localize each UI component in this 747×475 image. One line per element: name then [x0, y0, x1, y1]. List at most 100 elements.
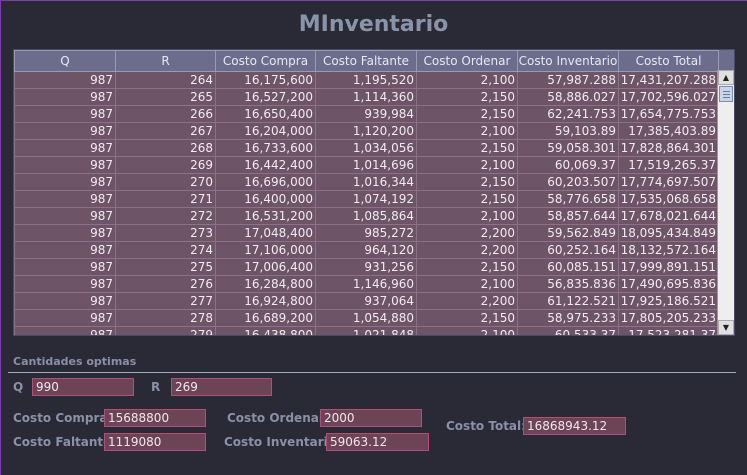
costo-faltante-field[interactable]: 1119080: [104, 433, 206, 451]
table-cell[interactable]: 985,272: [315, 224, 417, 242]
table-cell[interactable]: 16,204,000: [215, 122, 316, 140]
costo-compra-field[interactable]: 15688800: [104, 409, 206, 427]
table-cell[interactable]: 931,256: [315, 258, 417, 276]
table-row[interactable]: 987 276 16,284,800 1,146,960 2,100 56,835.836…: [14, 275, 719, 293]
table-cell[interactable]: 2,100: [416, 207, 518, 225]
table-cell[interactable]: 59,103.89: [517, 122, 619, 140]
table-cell[interactable]: 274: [115, 241, 216, 259]
results-table[interactable]: Q R Costo Compra Costo Faltante Costo Or…: [13, 49, 735, 336]
column-header-costo-compra[interactable]: Costo Compra: [215, 50, 316, 72]
table-cell[interactable]: 987: [14, 122, 116, 140]
table-cell[interactable]: 279: [115, 326, 216, 335]
table-cell[interactable]: 272: [115, 207, 216, 225]
table-cell[interactable]: 964,120: [315, 241, 417, 259]
table-cell[interactable]: 16,650,400: [215, 105, 316, 123]
table-cell[interactable]: 265: [115, 88, 216, 106]
table-cell[interactable]: 987: [14, 224, 116, 242]
table-cell[interactable]: 266: [115, 105, 216, 123]
table-cell[interactable]: 2,150: [416, 105, 518, 123]
table-cell[interactable]: 2,100: [416, 71, 518, 89]
table-cell[interactable]: 58,975.233: [517, 309, 619, 327]
table-row[interactable]: 987 266 16,650,400 939,984 2,150 62,241.753 17…: [14, 105, 719, 123]
table-cell[interactable]: 17,702,596.027: [618, 88, 719, 106]
table-cell[interactable]: 17,519,265.37: [618, 156, 719, 174]
table-row[interactable]: 987 271 16,400,000 1,074,192 2,150 58,776.658…: [14, 190, 719, 208]
table-cell[interactable]: 17,490,695.836: [618, 275, 719, 293]
table-cell[interactable]: 58,857.644: [517, 207, 619, 225]
table-cell[interactable]: 987: [14, 292, 116, 310]
r-field[interactable]: 269: [171, 378, 272, 396]
table-row[interactable]: 987 268 16,733,600 1,034,056 2,150 59,058.301…: [14, 139, 719, 157]
column-header-costo-ordenar[interactable]: Costo Ordenar: [416, 50, 518, 72]
table-cell[interactable]: 2,150: [416, 173, 518, 191]
table-cell[interactable]: 1,195,520: [315, 71, 417, 89]
table-cell[interactable]: 59,562.849: [517, 224, 619, 242]
table-cell[interactable]: 56,835.836: [517, 275, 619, 293]
table-row[interactable]: 987 272 16,531,200 1,085,864 2,100 58,857.644…: [14, 207, 719, 225]
table-cell[interactable]: 16,689,200: [215, 309, 316, 327]
column-header-q[interactable]: Q: [14, 50, 116, 72]
table-row[interactable]: 987 265 16,527,200 1,114,360 2,150 58,886.027…: [14, 88, 719, 106]
table-cell[interactable]: 1,085,864: [315, 207, 417, 225]
scrollbar-thumb[interactable]: [719, 86, 733, 102]
table-cell[interactable]: 58,886.027: [517, 88, 619, 106]
table-cell[interactable]: 267: [115, 122, 216, 140]
arrow-down-icon[interactable]: ▼: [718, 320, 734, 335]
table-cell[interactable]: 987: [14, 156, 116, 174]
table-cell[interactable]: 937,064: [315, 292, 417, 310]
table-row[interactable]: 987 279 16,438,800 1,021,848 2,100 60,533.37 1…: [14, 326, 719, 335]
table-cell[interactable]: 2,100: [416, 275, 518, 293]
q-field[interactable]: 990: [32, 378, 134, 396]
table-cell[interactable]: 16,733,600: [215, 139, 316, 157]
table-cell[interactable]: 16,400,000: [215, 190, 316, 208]
table-cell[interactable]: 273: [115, 224, 216, 242]
table-cell[interactable]: 987: [14, 258, 116, 276]
table-cell[interactable]: 17,828,864.301: [618, 139, 719, 157]
table-row[interactable]: 987 273 17,048,400 985,272 2,200 59,562.849 18…: [14, 224, 719, 242]
table-cell[interactable]: 60,069.37: [517, 156, 619, 174]
table-cell[interactable]: 17,774,697.507: [618, 173, 719, 191]
table-cell[interactable]: 60,203.507: [517, 173, 619, 191]
table-cell[interactable]: 987: [14, 105, 116, 123]
table-row[interactable]: 987 270 16,696,000 1,016,344 2,150 60,203.507…: [14, 173, 719, 191]
costo-inventario-field[interactable]: 59063.12: [326, 433, 429, 451]
table-row[interactable]: 987 267 16,204,000 1,120,200 2,100 59,103.89 1…: [14, 122, 719, 140]
table-cell[interactable]: 60,252.164: [517, 241, 619, 259]
table-cell[interactable]: 2,150: [416, 258, 518, 276]
table-cell[interactable]: 17,523,281.37: [618, 326, 719, 335]
table-row[interactable]: 987 275 17,006,400 931,256 2,150 60,085.151 17…: [14, 258, 719, 276]
table-cell[interactable]: 1,014,696: [315, 156, 417, 174]
table-cell[interactable]: 17,048,400: [215, 224, 316, 242]
table-cell[interactable]: 62,241.753: [517, 105, 619, 123]
table-cell[interactable]: 278: [115, 309, 216, 327]
table-cell[interactable]: 939,984: [315, 105, 417, 123]
table-cell[interactable]: 277: [115, 292, 216, 310]
table-cell[interactable]: 987: [14, 71, 116, 89]
table-cell[interactable]: 987: [14, 241, 116, 259]
table-cell[interactable]: 16,924,800: [215, 292, 316, 310]
table-cell[interactable]: 264: [115, 71, 216, 89]
table-row[interactable]: 987 278 16,689,200 1,054,880 2,150 58,975.233…: [14, 309, 719, 327]
table-cell[interactable]: 2,100: [416, 122, 518, 140]
table-cell[interactable]: 2,150: [416, 190, 518, 208]
table-row[interactable]: 987 269 16,442,400 1,014,696 2,100 60,069.37 1…: [14, 156, 719, 174]
table-cell[interactable]: 16,284,800: [215, 275, 316, 293]
table-cell[interactable]: 60,533.37: [517, 326, 619, 335]
table-cell[interactable]: 60,085.151: [517, 258, 619, 276]
table-cell[interactable]: 2,150: [416, 139, 518, 157]
table-cell[interactable]: 17,431,207.288: [618, 71, 719, 89]
table-cell[interactable]: 16,175,600: [215, 71, 316, 89]
table-cell[interactable]: 1,074,192: [315, 190, 417, 208]
table-cell[interactable]: 2,200: [416, 224, 518, 242]
table-cell[interactable]: 61,122.521: [517, 292, 619, 310]
table-row[interactable]: 987 274 17,106,000 964,120 2,200 60,252.164 18…: [14, 241, 719, 259]
table-cell[interactable]: 16,527,200: [215, 88, 316, 106]
table-cell[interactable]: 17,999,891.151: [618, 258, 719, 276]
table-cell[interactable]: 987: [14, 275, 116, 293]
table-row[interactable]: 987 277 16,924,800 937,064 2,200 61,122.521 17…: [14, 292, 719, 310]
table-cell[interactable]: 2,150: [416, 309, 518, 327]
table-cell[interactable]: 57,987.288: [517, 71, 619, 89]
vertical-scrollbar[interactable]: ▲ ▼: [717, 50, 734, 335]
table-cell[interactable]: 18,132,572.164: [618, 241, 719, 259]
table-cell[interactable]: 987: [14, 190, 116, 208]
